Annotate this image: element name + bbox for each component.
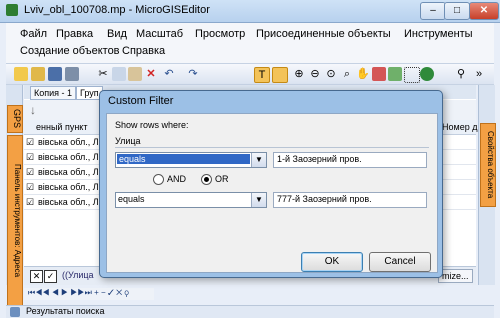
row-check-icon[interactable]: ☑ <box>26 182 34 193</box>
pan-hand-icon[interactable]: ✋ <box>356 67 370 81</box>
value-field-1[interactable]: 1-й Заозерний пров. <box>273 152 427 168</box>
copy-icon[interactable] <box>112 67 126 81</box>
print-icon[interactable] <box>65 67 79 81</box>
and-radio[interactable] <box>153 174 164 185</box>
map-icon[interactable] <box>388 67 402 81</box>
app-icon <box>6 4 18 16</box>
menu-help[interactable]: Справка <box>122 45 165 57</box>
navigation-icons[interactable]: ⏮◀◀ ◀ ▶ ▶▶⏭ + − ✓ ✕ ⚲ <box>28 288 129 298</box>
menu-tools[interactable]: Инструменты <box>404 28 473 40</box>
operator-select-2[interactable]: equals ▼ <box>115 192 267 208</box>
search-results-icon <box>10 307 20 317</box>
globe-icon[interactable] <box>420 67 434 81</box>
row-cell: вівська обл., Ль <box>38 137 104 147</box>
rect-select-icon[interactable] <box>404 67 420 83</box>
menu-edit[interactable]: Правка <box>56 28 93 40</box>
row-cell: вівська обл., Ль <box>38 167 104 177</box>
row-cell: вівська обл., Ль <box>38 182 104 192</box>
row-check-icon[interactable]: ☑ <box>26 197 34 208</box>
operator-value-1: equals <box>117 154 250 164</box>
dialog-title: Custom Filter <box>108 95 174 107</box>
new-icon[interactable] <box>14 67 28 81</box>
row-cell: вівська обл., Ль <box>38 152 104 162</box>
row-check-icon[interactable]: ☑ <box>26 137 34 148</box>
field-label: Улица <box>115 136 141 146</box>
chevron-down-icon[interactable]: ▼ <box>251 193 266 207</box>
right-side-panel: Свойства объекта <box>478 85 496 285</box>
row-check-icon[interactable]: ☑ <box>26 152 34 163</box>
menu-scale[interactable]: Масштаб <box>136 28 183 40</box>
window-title: Lviv_obl_100708.mp - MicroGISEditor <box>24 4 210 16</box>
menu-create-objects[interactable]: Создание объектов <box>20 45 120 57</box>
divider <box>115 147 429 148</box>
value-field-2[interactable]: 777-й Заозерний пров. <box>273 192 427 208</box>
redo-icon[interactable]: ↷ <box>186 67 200 81</box>
maximize-button[interactable]: □ <box>444 2 470 20</box>
dialog-body: Show rows where: Улица equals ▼ 1-й Заоз… <box>106 113 438 273</box>
clear-filter-icon[interactable]: ✕ <box>30 270 43 283</box>
column-header-house-number[interactable]: Номер д <box>442 122 477 132</box>
left-side-panel: GPS Панель инструментов: Адреса <box>6 85 23 307</box>
column-header-settlement[interactable]: енный пункт <box>36 122 87 132</box>
show-rows-label: Show rows where: <box>115 120 189 130</box>
tools-panel-tab[interactable]: Панель инструментов: Адреса <box>7 135 23 307</box>
zoom-out-icon[interactable]: ⊖ <box>308 67 322 81</box>
text-tool-icon[interactable]: T <box>254 67 270 83</box>
filter-text[interactable]: ((Улица <box>62 270 94 280</box>
delete-icon[interactable]: ✕ <box>144 67 158 81</box>
menu-bar: Файл Правка Вид Масштаб Просмотр Присоед… <box>6 23 494 63</box>
title-bar: Lviv_obl_100708.mp - MicroGISEditor – □ … <box>0 0 500 23</box>
radio-selected-dot <box>204 177 209 182</box>
save-icon[interactable] <box>48 67 62 81</box>
open-icon[interactable] <box>31 67 45 81</box>
tab-copy-1[interactable]: Копия - 1 <box>30 86 77 100</box>
menu-preview[interactable]: Просмотр <box>195 28 245 40</box>
or-radio[interactable] <box>201 174 212 185</box>
cancel-button[interactable]: Cancel <box>369 252 431 272</box>
operator-select-1[interactable]: equals ▼ <box>115 152 267 168</box>
down-arrow-icon: ↓ <box>30 103 36 117</box>
gps-tab[interactable]: GPS <box>7 105 23 133</box>
value-text-2: 777-й Заозерний пров. <box>277 194 372 204</box>
row-cell: вівська обл., Ль <box>38 197 104 207</box>
search-results-tab[interactable]: Результаты поиска <box>26 306 104 316</box>
filter-icon[interactable]: ⚲ <box>454 67 468 81</box>
or-label: OR <box>215 174 229 184</box>
menu-attached-objects[interactable]: Присоединенные объекты <box>256 28 391 40</box>
zoom-window-icon[interactable]: ⌕ <box>340 67 354 81</box>
menu-file[interactable]: Файл <box>20 28 47 40</box>
cut-icon[interactable]: ✂ <box>96 67 110 81</box>
customize-button[interactable]: mize... <box>438 269 473 283</box>
status-bar: Результаты поиска <box>6 305 494 318</box>
filter-enable-checkbox[interactable]: ✓ <box>44 270 57 283</box>
zoom-in-icon[interactable]: ⊕ <box>292 67 306 81</box>
ok-button[interactable]: OK <box>301 252 363 272</box>
object-properties-tab[interactable]: Свойства объекта <box>480 123 496 207</box>
and-label: AND <box>167 174 187 184</box>
zoom-fit-icon[interactable]: ⊙ <box>324 67 338 81</box>
toolbar: ✂ ✕ ↶ ↷ T ⊕ ⊖ ⊙ ⌕ ✋ ⚲ » <box>6 63 494 85</box>
chevron-down-icon[interactable]: ▼ <box>251 153 266 167</box>
value-text-1: 1-й Заозерний пров. <box>277 154 362 164</box>
minimize-button[interactable]: – <box>420 2 446 20</box>
select-tool-icon[interactable] <box>272 67 288 83</box>
layer-icon[interactable] <box>372 67 386 81</box>
row-check-icon[interactable]: ☑ <box>26 167 34 178</box>
paste-icon[interactable] <box>128 67 142 81</box>
close-button[interactable]: ✕ <box>469 2 499 20</box>
record-navigator: ⏮◀◀ ◀ ▶ ▶▶⏭ + − ✓ ✕ ⚲ <box>24 288 154 300</box>
undo-icon[interactable]: ↶ <box>162 67 176 81</box>
menu-view[interactable]: Вид <box>107 28 127 40</box>
custom-filter-dialog: Custom Filter Show rows where: Улица equ… <box>99 90 443 278</box>
operator-value-2: equals <box>118 194 145 204</box>
toolbar-options-icon[interactable]: » <box>472 67 486 81</box>
